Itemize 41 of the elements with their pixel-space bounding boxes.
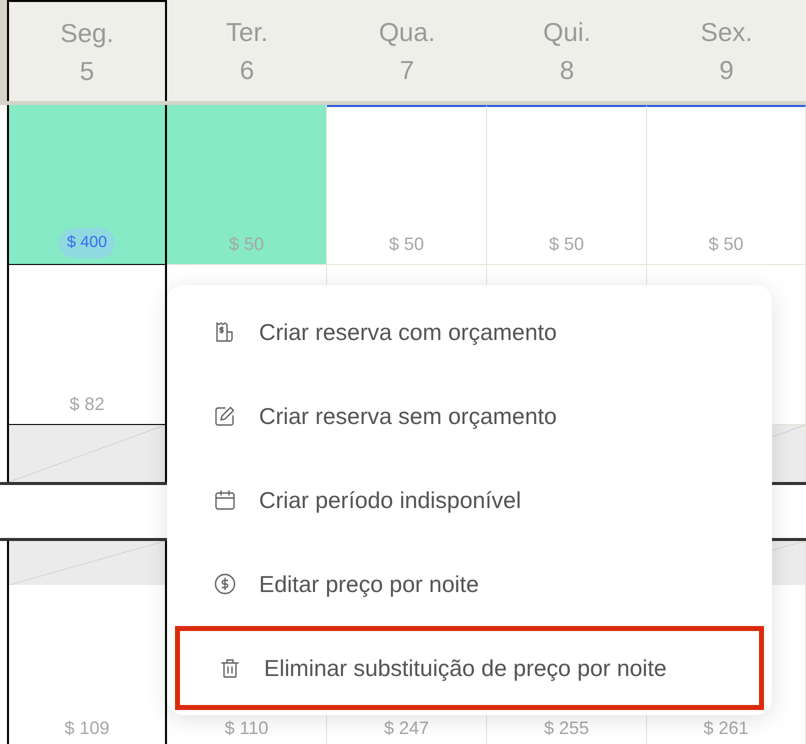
weekday-label: Qui. (543, 16, 591, 48)
weekday-label: Ter. (226, 16, 268, 48)
price-label: $ 261 (703, 717, 749, 740)
price-label: $ 50 (228, 233, 264, 256)
day-number: 8 (560, 54, 574, 86)
menu-item[interactable]: Criar reserva sem orçamento (167, 374, 772, 458)
price-label: $ 50 (548, 233, 584, 256)
day-header[interactable]: Qui. 8 (487, 0, 647, 101)
day-cell[interactable]: $ 50 (487, 105, 647, 265)
menu-item[interactable]: Criar reserva com orçamento (167, 290, 772, 374)
weekday-label: Sex. (700, 16, 753, 48)
price-label: $ 247 (384, 717, 430, 740)
calendar-icon (213, 488, 237, 512)
weekday-label: Qua. (378, 16, 436, 48)
price-label: $ 50 (388, 233, 424, 256)
dollar-icon (213, 572, 237, 596)
menu-item[interactable]: Criar período indisponível (167, 458, 772, 542)
day-header[interactable]: Ter. 6 (167, 0, 327, 101)
day-header[interactable]: Seg. 5 (7, 0, 167, 101)
weekday-label: Seg. (60, 16, 114, 50)
price-label: $ 82 (69, 393, 105, 416)
day-number: 6 (240, 54, 254, 86)
day-cell[interactable]: $ 50 (647, 105, 806, 265)
day-cell[interactable]: $ 50 (327, 105, 487, 265)
day-cell[interactable]: $ 109 (7, 585, 167, 744)
day-cell[interactable]: $ 50 (167, 105, 327, 265)
day-number: 7 (400, 54, 414, 86)
menu-item[interactable]: Eliminar substituição de preço por noite (175, 626, 764, 710)
price-label: $ 109 (64, 717, 110, 740)
day-number: 5 (80, 54, 94, 88)
price-label: $ 50 (708, 233, 744, 256)
day-cell[interactable]: $ 400 (7, 105, 167, 265)
day-number: 9 (719, 54, 734, 86)
day-cell[interactable]: $ 82 (7, 265, 167, 425)
price-label: $ 400 (58, 228, 116, 258)
day-header[interactable]: Sex. 9 (647, 0, 806, 101)
edit-icon (213, 404, 237, 428)
day-header[interactable]: Qua. 7 (327, 0, 487, 101)
menu-item[interactable]: Editar preço por noite (167, 542, 772, 626)
price-label: $ 110 (224, 717, 268, 740)
price-label: $ 255 (544, 717, 590, 740)
